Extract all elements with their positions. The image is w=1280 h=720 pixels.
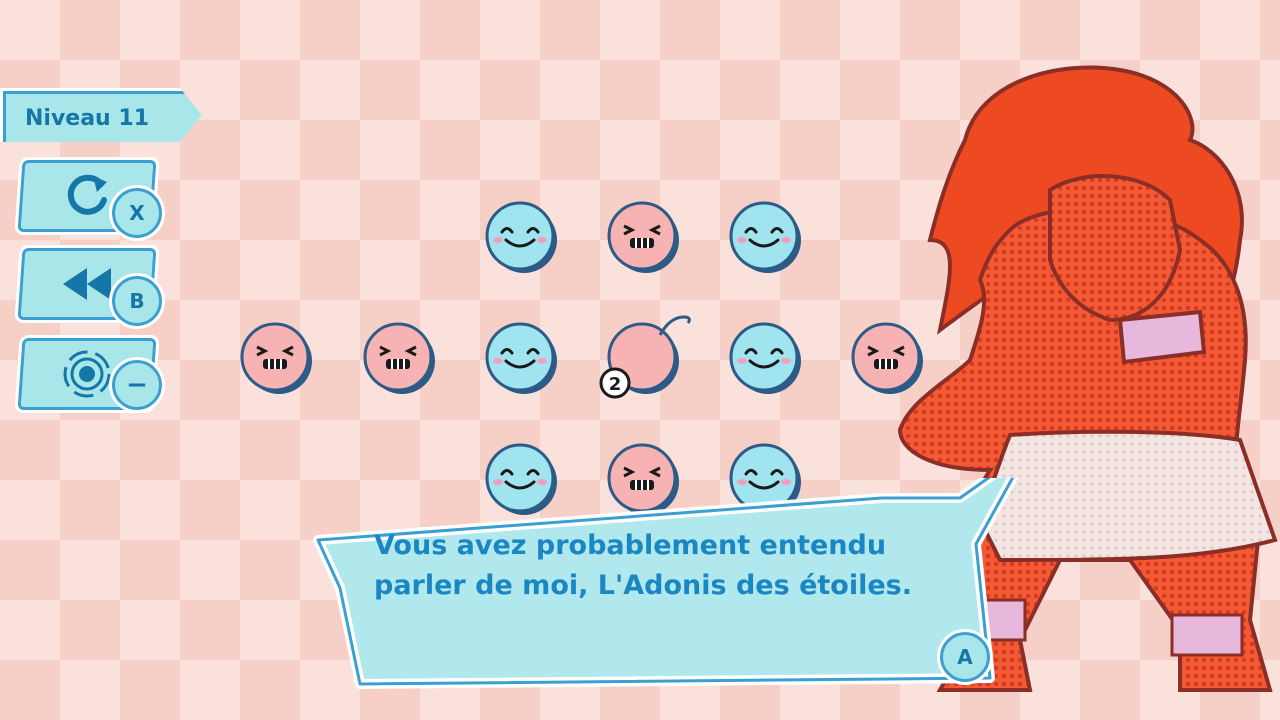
ankle-wrap-right — [1170, 613, 1244, 657]
game-stage: Niveau 11 X B − 2 Vous avez probablement… — [0, 0, 1280, 720]
continue-key-badge[interactable]: A — [937, 629, 993, 685]
dialog-box[interactable]: Vous avez probablement entendu parler de… — [300, 478, 1032, 690]
wrist-band — [1117, 309, 1207, 365]
dialog-text: Vous avez probablement entendu parler de… — [374, 530, 912, 601]
